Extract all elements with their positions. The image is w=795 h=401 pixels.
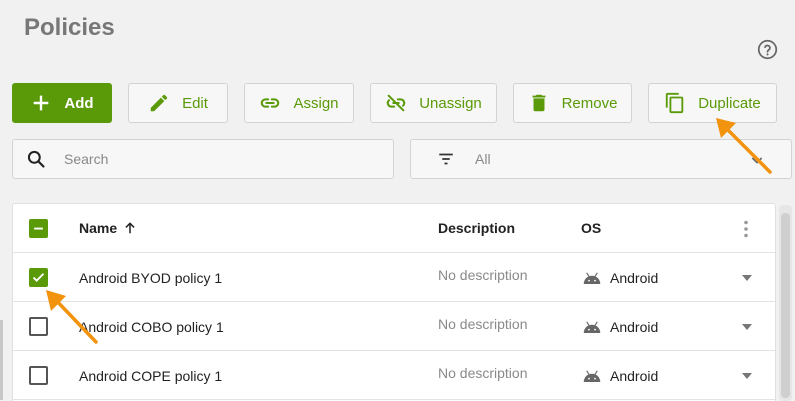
link-off-icon [387, 94, 406, 112]
checkmark-icon [32, 273, 45, 282]
policies-table: Name Description OS Android BYOD policy … [12, 203, 776, 401]
policy-os-label: Android [610, 368, 659, 384]
duplicate-button-label: Duplicate [698, 94, 761, 112]
policy-os: Android [583, 368, 658, 384]
table-scrollbar[interactable] [779, 205, 792, 401]
column-header-os[interactable]: OS [581, 220, 601, 236]
assign-button-label: Assign [293, 94, 339, 112]
assign-button[interactable]: Assign [244, 83, 354, 123]
remove-button[interactable]: Remove [513, 83, 632, 123]
filter-icon [439, 153, 453, 165]
table-row[interactable]: Android BYOD policy 1 No description And… [13, 253, 775, 302]
annotation-arrow-duplicate [716, 118, 772, 174]
trash-icon [532, 94, 545, 112]
left-edge-divider [0, 320, 3, 400]
android-icon [583, 272, 601, 284]
android-icon [583, 370, 601, 382]
policy-os: Android [583, 319, 658, 335]
search-icon [27, 150, 45, 168]
policy-os-label: Android [610, 270, 659, 286]
unassign-button-label: Unassign [419, 94, 482, 112]
policy-description: No description [438, 267, 528, 283]
scrollbar-thumb[interactable] [781, 213, 790, 398]
caret-down-icon[interactable] [741, 372, 753, 380]
add-button-label: Add [64, 94, 94, 112]
page-title: Policies [24, 14, 115, 41]
link-icon [261, 98, 280, 108]
add-button[interactable]: Add [12, 83, 112, 123]
policy-name: Android COPE policy 1 [79, 368, 223, 384]
row-checkbox[interactable] [29, 366, 48, 385]
pencil-icon [150, 94, 168, 112]
search-input[interactable] [64, 151, 364, 167]
table-row[interactable]: Android COPE policy 1 No description And… [13, 351, 775, 400]
column-header-name[interactable]: Name [79, 220, 137, 236]
help-icon[interactable] [757, 39, 778, 60]
column-header-name-label: Name [79, 220, 118, 236]
unassign-button[interactable]: Unassign [370, 83, 497, 123]
copy-icon [666, 92, 684, 114]
column-header-description[interactable]: Description [438, 220, 515, 236]
caret-down-icon[interactable] [741, 274, 753, 282]
more-vertical-icon[interactable] [742, 220, 750, 238]
policy-os: Android [583, 270, 658, 286]
filter-selected-value: All [475, 151, 491, 167]
edit-button[interactable]: Edit [128, 83, 228, 123]
table-row[interactable]: Android COBO policy 1 No description And… [13, 302, 775, 351]
android-icon [583, 321, 601, 333]
remove-button-label: Remove [561, 94, 618, 112]
edit-button-label: Edit [182, 94, 208, 112]
policy-os-label: Android [610, 319, 659, 335]
table-header-row: Name Description OS [13, 204, 775, 253]
annotation-arrow-checkbox [46, 290, 98, 344]
minus-icon [34, 227, 43, 230]
policy-description: No description [438, 316, 528, 332]
select-all-checkbox[interactable] [29, 219, 48, 238]
caret-down-icon[interactable] [741, 323, 753, 331]
policy-description: No description [438, 365, 528, 381]
arrow-up-icon [125, 222, 135, 234]
search-box [12, 139, 394, 179]
plus-icon [34, 95, 49, 111]
